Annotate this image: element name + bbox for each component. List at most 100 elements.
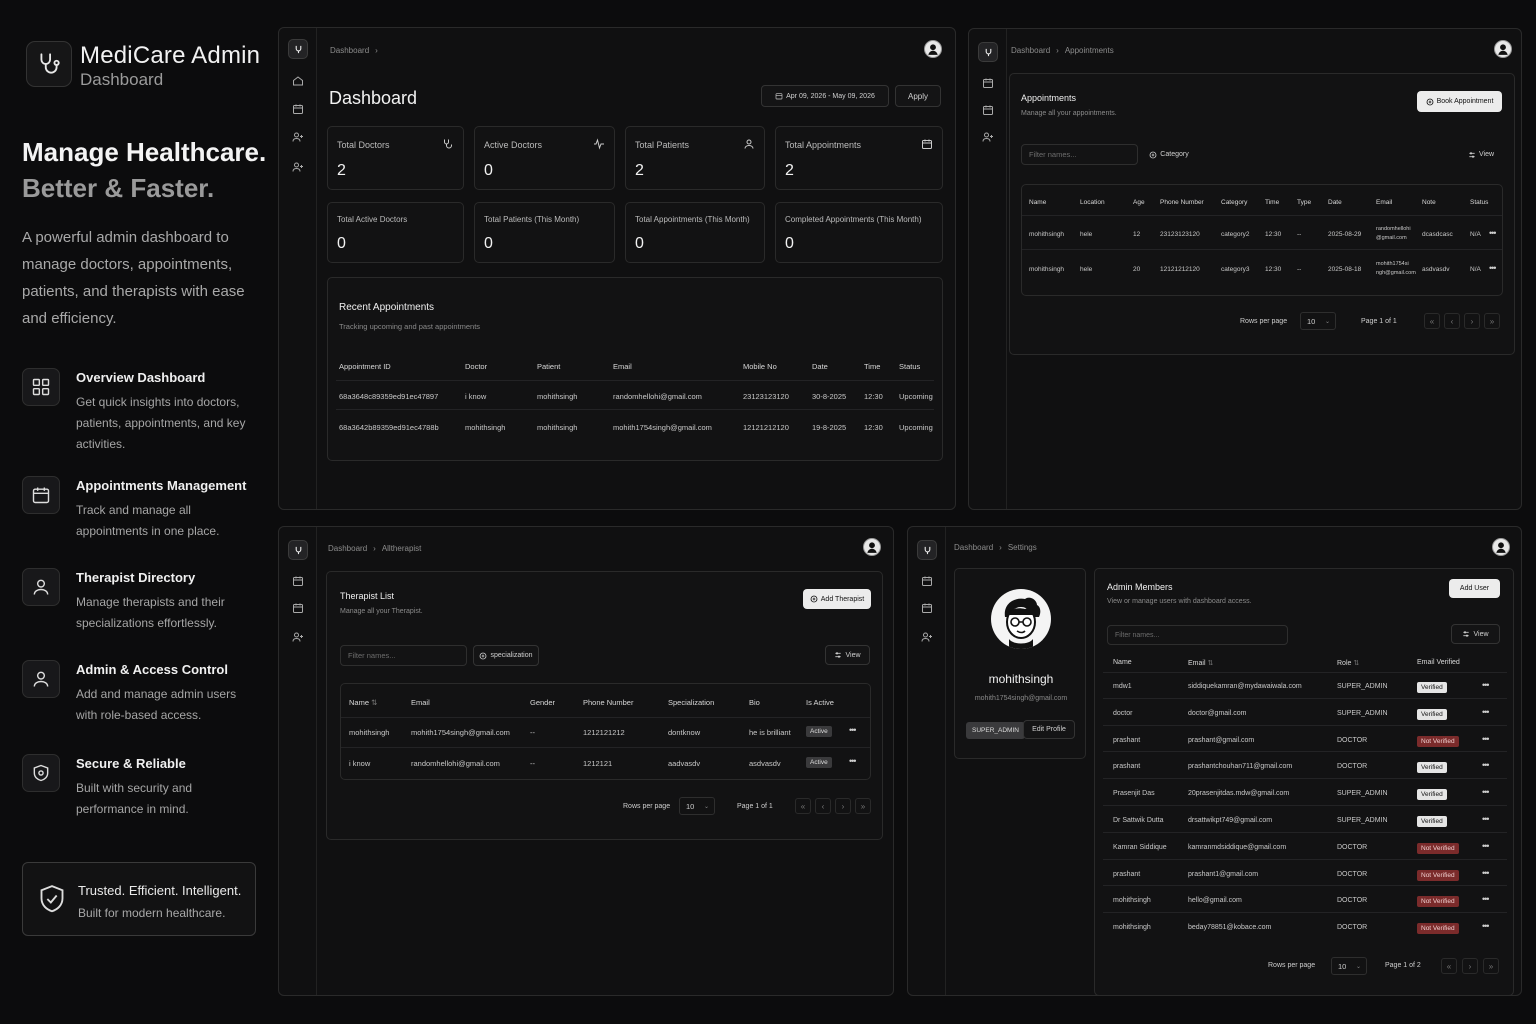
cell: 20prasenjitdas.mdw@gmail.com bbox=[1188, 790, 1290, 798]
column-header[interactable]: Role ⇅ bbox=[1337, 659, 1359, 667]
filter-input[interactable]: Filter names... bbox=[1107, 625, 1288, 645]
last-page-icon[interactable]: » bbox=[1483, 958, 1499, 974]
calendar-icon[interactable] bbox=[918, 599, 936, 617]
add-therapist-button[interactable]: Add Therapist bbox=[803, 589, 871, 609]
calendar-icon[interactable] bbox=[979, 101, 997, 119]
rows-per-page-select[interactable]: 10 ⌄ bbox=[679, 797, 715, 815]
filter-input[interactable]: Filter names... bbox=[340, 645, 467, 666]
sliders-icon bbox=[1463, 631, 1470, 637]
column-label: Name bbox=[349, 698, 370, 707]
calendar-icon[interactable] bbox=[289, 599, 307, 617]
breadcrumb-dashboard[interactable]: Dashboard bbox=[1011, 46, 1050, 55]
user-plus-icon[interactable] bbox=[979, 128, 997, 146]
next-page-icon[interactable]: › bbox=[1462, 958, 1478, 974]
view-button[interactable]: View bbox=[825, 645, 870, 665]
cell: 12:30 bbox=[1265, 266, 1282, 273]
row-actions-button[interactable]: ••• bbox=[1482, 921, 1490, 931]
stat-appointments-month: Total Appointments (This Month) 0 bbox=[625, 202, 765, 263]
cell: @gmail.com bbox=[1376, 235, 1407, 241]
user-plus-icon[interactable] bbox=[289, 158, 307, 176]
next-page-icon[interactable]: › bbox=[1464, 313, 1480, 329]
row-actions-button[interactable]: ••• bbox=[1482, 814, 1490, 824]
row-actions-button[interactable]: ••• bbox=[849, 756, 857, 766]
divider bbox=[1103, 858, 1507, 860]
avatar[interactable] bbox=[1494, 40, 1512, 58]
category-filter[interactable]: Category bbox=[1144, 144, 1194, 165]
filter-input[interactable]: Filter names... bbox=[1021, 144, 1138, 165]
row-actions-button[interactable]: ••• bbox=[1482, 734, 1490, 744]
row-actions-button[interactable]: ••• bbox=[1482, 841, 1490, 851]
prev-page-icon[interactable]: « bbox=[1441, 958, 1457, 974]
column-header: Email bbox=[1376, 199, 1393, 206]
stat-label: Completed Appointments (This Month) bbox=[785, 215, 922, 224]
prev-page-icon[interactable]: ‹ bbox=[815, 798, 831, 814]
avatar[interactable] bbox=[924, 40, 942, 58]
cell: mohithsingh bbox=[1113, 897, 1151, 905]
specialization-filter[interactable]: specialization bbox=[473, 645, 539, 666]
app-logo-icon[interactable] bbox=[978, 42, 998, 62]
calendar-icon[interactable] bbox=[918, 572, 936, 590]
next-page-icon[interactable]: › bbox=[835, 798, 851, 814]
divider bbox=[1103, 697, 1507, 699]
date-range-picker[interactable]: Apr 09, 2026 - May 09, 2026 bbox=[761, 85, 889, 107]
cell: beday78851@kobace.com bbox=[1188, 924, 1272, 932]
app-logo-icon[interactable] bbox=[288, 39, 308, 59]
column-header[interactable]: Email ⇅ bbox=[1188, 659, 1213, 667]
stat-patients-month: Total Patients (This Month) 0 bbox=[474, 202, 615, 263]
column-header[interactable]: Name ⇅ bbox=[349, 698, 377, 707]
shield-icon bbox=[22, 754, 60, 792]
view-button[interactable]: View bbox=[1460, 145, 1502, 164]
first-page-icon[interactable]: « bbox=[795, 798, 811, 814]
breadcrumb-current: Settings bbox=[1007, 543, 1037, 552]
feature-desc: Built with security and performance in m… bbox=[76, 781, 193, 816]
view-button[interactable]: View bbox=[1451, 624, 1500, 644]
user-plus-icon[interactable] bbox=[289, 628, 307, 646]
row-actions-button[interactable]: ••• bbox=[1482, 680, 1490, 690]
stat-value: 0 bbox=[484, 162, 493, 179]
calendar-icon[interactable] bbox=[289, 572, 307, 590]
app-logo-icon[interactable] bbox=[288, 540, 308, 560]
cell: mohith1754singh@gmail.com bbox=[411, 728, 510, 737]
avatar[interactable] bbox=[863, 538, 881, 556]
divider bbox=[1103, 751, 1507, 753]
breadcrumb-dashboard[interactable]: Dashboard bbox=[328, 544, 367, 553]
row-actions-button[interactable]: ••• bbox=[1482, 868, 1490, 878]
user-plus-icon[interactable] bbox=[289, 128, 307, 146]
rows-per-page-select[interactable]: 10 ⌄ bbox=[1300, 312, 1336, 330]
rows-per-page-select[interactable]: 10 ⌄ bbox=[1331, 957, 1367, 975]
row-actions-button[interactable]: ••• bbox=[1489, 263, 1497, 273]
last-page-icon[interactable]: » bbox=[855, 798, 871, 814]
user-plus-icon[interactable] bbox=[918, 628, 936, 646]
row-actions-button[interactable]: ••• bbox=[1482, 787, 1490, 797]
prev-page-icon[interactable]: ‹ bbox=[1444, 313, 1460, 329]
last-page-icon[interactable]: » bbox=[1484, 313, 1500, 329]
divider bbox=[341, 747, 870, 748]
first-page-icon[interactable]: « bbox=[1424, 313, 1440, 329]
breadcrumb-dashboard[interactable]: Dashboard bbox=[330, 46, 369, 55]
stat-value: 0 bbox=[635, 235, 644, 252]
avatar[interactable] bbox=[1492, 538, 1510, 556]
appointments-card: Appointments Manage all your appointment… bbox=[1009, 73, 1515, 355]
divider bbox=[341, 717, 870, 718]
edit-profile-button[interactable]: Edit Profile bbox=[1023, 720, 1075, 739]
breadcrumb-dashboard[interactable]: Dashboard bbox=[954, 543, 993, 552]
row-actions-button[interactable]: ••• bbox=[1482, 707, 1490, 717]
cell: N/A bbox=[1470, 231, 1481, 238]
divider bbox=[1103, 778, 1507, 780]
row-actions-button[interactable]: ••• bbox=[1489, 228, 1497, 238]
book-appointment-button[interactable]: Book Appointment bbox=[1417, 91, 1502, 112]
apply-button[interactable]: Apply bbox=[895, 85, 941, 107]
home-icon[interactable] bbox=[289, 72, 307, 90]
row-actions-button[interactable]: ••• bbox=[849, 725, 857, 735]
column-header: Name bbox=[1113, 659, 1132, 666]
calendar-icon[interactable] bbox=[289, 100, 307, 118]
calendar-icon[interactable] bbox=[979, 74, 997, 92]
row-actions-button[interactable]: ••• bbox=[1482, 760, 1490, 770]
calendar-icon bbox=[775, 93, 783, 100]
feature-title: Overview Dashboard bbox=[76, 370, 206, 385]
row-actions-button[interactable]: ••• bbox=[1482, 894, 1490, 904]
add-user-button[interactable]: Add User bbox=[1449, 579, 1500, 598]
cell: mohithsingh bbox=[1029, 231, 1065, 238]
app-logo-icon[interactable] bbox=[917, 540, 937, 560]
chevron-down-icon: ⌄ bbox=[703, 803, 709, 810]
